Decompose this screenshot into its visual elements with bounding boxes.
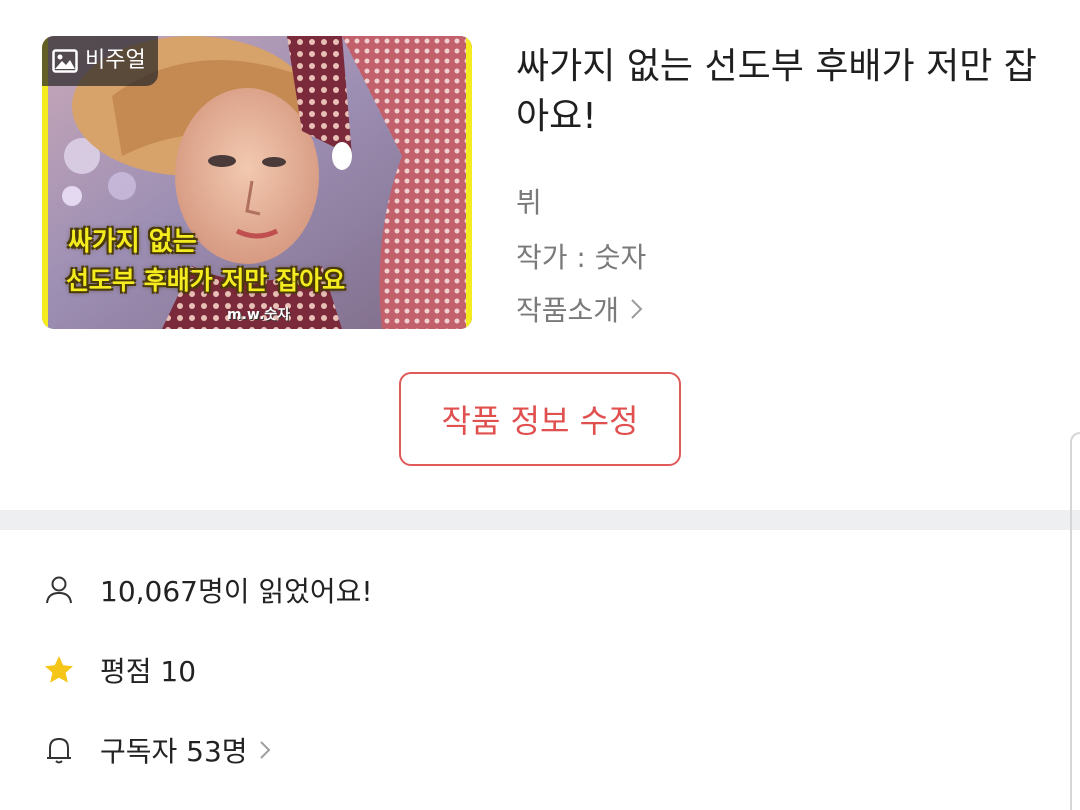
visual-badge: 비주얼: [42, 36, 158, 86]
cover-text-line1: 싸가지 없는: [68, 227, 197, 257]
work-title: 싸가지 없는 선도부 후배가 저만 잡아요!: [516, 46, 1037, 137]
star-icon: [45, 656, 73, 683]
work-genre: 뷔: [516, 186, 542, 219]
subscribers-count: 구독자 53명: [100, 735, 248, 768]
edit-work-info-button[interactable]: 작품 정보 수정: [399, 372, 681, 466]
work-intro-link[interactable]: 작품소개: [516, 289, 645, 329]
work-header: 비주얼 싸가지 없는 선도부 후배가 저만 잡아요 m.w.숫자 싸가지 없는 …: [0, 0, 1080, 510]
work-stats: 10,067명이 읽었어요! 평점 10 구독자 53명: [0, 530, 1080, 810]
visual-badge-label: 비주얼: [85, 48, 146, 73]
rating-row: 평점 10: [42, 650, 196, 690]
bell-icon: [47, 738, 71, 764]
work-author: 작가 : 숫자: [516, 241, 647, 274]
cover-credit: m.w.숫자: [227, 307, 291, 323]
subscribers-row[interactable]: 구독자 53명: [42, 730, 272, 770]
rating-value: 평점 10: [100, 655, 197, 688]
work-intro-label: 작품소개: [516, 294, 620, 327]
side-panel-edge: [1070, 432, 1080, 810]
cover-text-line2: 선도부 후배가 저만 잡아요: [66, 266, 346, 295]
person-icon: [46, 576, 72, 604]
reads-row: 10,067명이 읽었어요!: [42, 570, 373, 610]
section-divider: [0, 510, 1080, 530]
reads-count: 10,067명이 읽었어요!: [100, 575, 373, 608]
cover-image[interactable]: 비주얼 싸가지 없는 선도부 후배가 저만 잡아요 m.w.숫자: [42, 36, 472, 329]
chevron-right-icon: [259, 741, 270, 759]
image-icon: [52, 49, 78, 73]
chevron-right-icon: [631, 299, 643, 319]
